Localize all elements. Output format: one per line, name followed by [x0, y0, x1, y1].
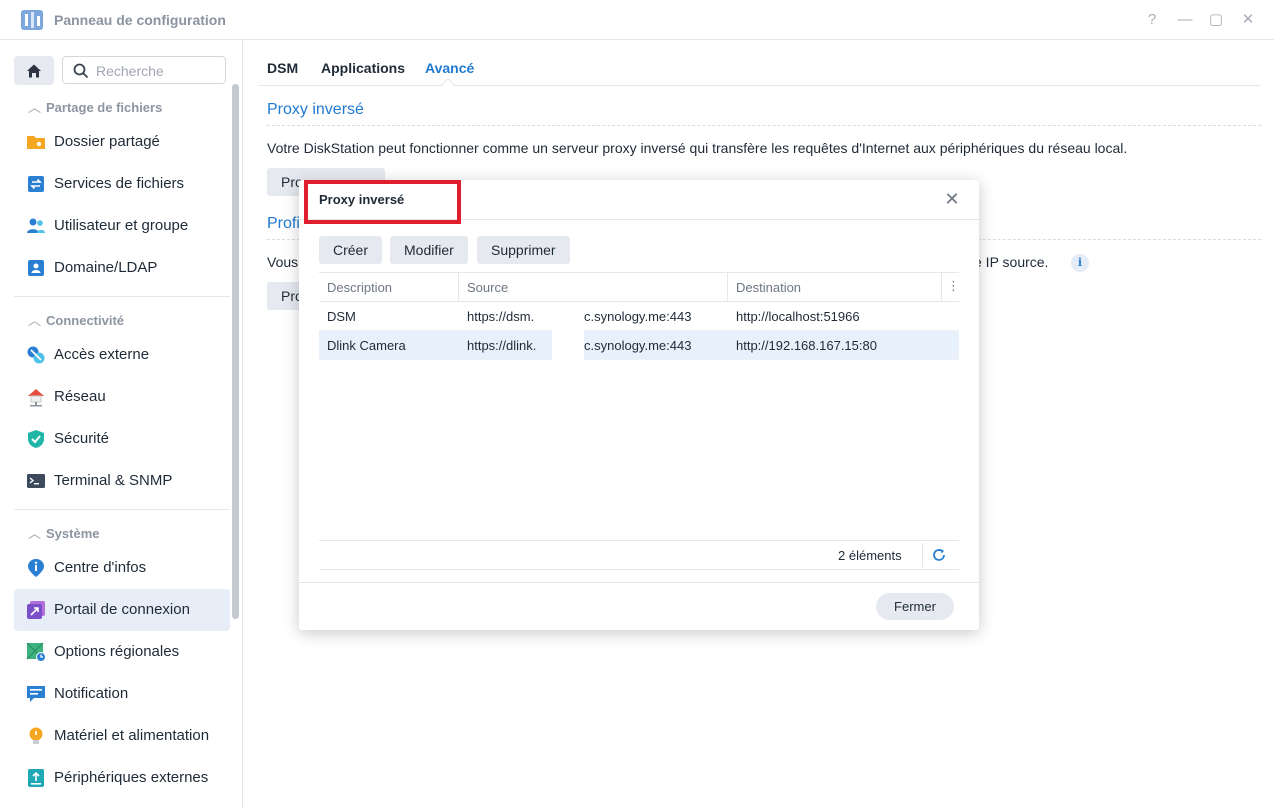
divider	[922, 543, 923, 567]
item-count: 2 éléments	[838, 548, 902, 563]
table-row-selected[interactable]: Dlink Camera https://dlink. c.synology.m…	[319, 331, 959, 360]
external-access-icon	[27, 346, 45, 364]
close-button[interactable]: Fermer	[876, 593, 954, 620]
sidebar-item-hardware-power[interactable]: Matériel et alimentation	[14, 715, 230, 757]
tab-advanced[interactable]: Avancé	[425, 60, 474, 76]
sidebar-item-regional-options[interactable]: Options régionales	[14, 631, 230, 673]
column-menu-icon[interactable]: ⋮	[947, 278, 960, 294]
close-icon[interactable]: ✕	[942, 189, 962, 209]
modify-button[interactable]: Modifier	[390, 236, 468, 264]
row-source-end: c.synology.me:443	[584, 309, 692, 324]
close-icon[interactable]: ✕	[1238, 10, 1258, 30]
sidebar-item-notification[interactable]: Notification	[14, 673, 230, 715]
active-tab-indicator	[440, 77, 456, 93]
divider	[319, 569, 959, 570]
title-bar: Panneau de configuration ? — ▢ ✕	[0, 0, 1274, 40]
regional-options-icon	[26, 642, 46, 662]
delete-button[interactable]: Supprimer	[477, 236, 570, 264]
profile-description-end: se IP source.	[967, 254, 1049, 270]
divider	[319, 540, 959, 541]
sidebar-item-login-portal[interactable]: Portail de connexion	[14, 589, 230, 631]
divider	[299, 582, 979, 583]
control-panel-icon	[21, 10, 43, 30]
table-row[interactable]: DSM https://dsm. c.synology.me:443 http:…	[319, 302, 959, 331]
column-divider	[941, 273, 942, 302]
row-destination: http://192.168.167.15:80	[736, 338, 877, 353]
chevron-up-icon: ︿	[28, 100, 42, 115]
row-source-start: https://dlink.	[467, 338, 537, 353]
highlight-box	[304, 180, 461, 224]
column-divider	[727, 273, 728, 302]
sidebar-scrollbar[interactable]	[232, 84, 239, 619]
sidebar-item-terminal-snmp[interactable]: Terminal & SNMP	[14, 460, 230, 502]
search-icon	[73, 63, 89, 79]
network-icon	[28, 389, 44, 407]
window-title: Panneau de configuration	[54, 12, 226, 28]
user-group-icon	[27, 218, 45, 233]
home-button[interactable]	[14, 56, 54, 85]
sidebar-item-external-access[interactable]: Accès externe	[14, 334, 230, 376]
table-header: Description Source Destination ⋮	[319, 272, 960, 302]
section-header-file-sharing[interactable]: ︿ Partage de fichiers	[28, 97, 162, 116]
sidebar-item-info-center[interactable]: Centre d'infos	[14, 547, 230, 589]
chevron-up-icon: ︿	[28, 526, 42, 541]
sidebar-item-shared-folder[interactable]: Dossier partagé	[14, 121, 230, 163]
create-button[interactable]: Créer	[319, 236, 383, 264]
reverse-proxy-dialog: Proxy inversé ✕ Créer Modifier Supprimer…	[299, 180, 979, 630]
divider	[267, 125, 1261, 126]
info-icon[interactable]: i	[1071, 254, 1089, 272]
profile-description-start: Vous	[267, 254, 299, 270]
section-title-profile: Profi	[267, 215, 300, 232]
search-input[interactable]: Recherche	[62, 56, 226, 84]
column-header-destination[interactable]: Destination	[736, 280, 801, 295]
row-source-end: c.synology.me:443	[584, 338, 692, 353]
security-shield-icon	[28, 430, 44, 448]
row-description: Dlink Camera	[327, 338, 406, 353]
terminal-icon	[27, 474, 45, 488]
sidebar-item-external-devices[interactable]: Périphériques externes	[14, 757, 230, 799]
help-icon[interactable]: ?	[1142, 10, 1162, 30]
maximize-icon[interactable]: ▢	[1206, 10, 1226, 30]
notification-icon	[27, 686, 45, 702]
file-services-icon	[28, 176, 44, 192]
section-header-system[interactable]: ︿ Système	[28, 523, 99, 542]
divider	[14, 296, 230, 297]
external-devices-icon	[28, 769, 44, 787]
search-placeholder: Recherche	[96, 63, 164, 79]
minimize-icon[interactable]: —	[1175, 10, 1195, 30]
column-header-source[interactable]: Source	[467, 280, 508, 295]
sidebar-item-network[interactable]: Réseau	[14, 376, 230, 418]
column-header-description[interactable]: Description	[327, 280, 392, 295]
redacted-region	[552, 331, 584, 360]
sidebar-item-file-services[interactable]: Services de fichiers	[14, 163, 230, 205]
hardware-power-icon	[29, 727, 43, 744]
row-source-start: https://dsm.	[467, 309, 535, 324]
shared-folder-icon	[27, 136, 45, 149]
sidebar-item-domain-ldap[interactable]: Domaine/LDAP	[14, 247, 230, 289]
row-destination: http://localhost:51966	[736, 309, 860, 324]
sidebar-item-security[interactable]: Sécurité	[14, 418, 230, 460]
row-description: DSM	[327, 309, 356, 324]
domain-ldap-icon	[28, 260, 44, 276]
section-title-reverse-proxy: Proxy inversé	[267, 101, 364, 118]
redacted-region	[552, 302, 584, 331]
section-header-connectivity[interactable]: ︿ Connectivité	[28, 310, 124, 329]
refresh-icon[interactable]	[931, 547, 947, 563]
tab-applications[interactable]: Applications	[321, 60, 405, 76]
reverse-proxy-description: Votre DiskStation peut fonctionner comme…	[267, 140, 1128, 156]
info-center-icon	[28, 559, 44, 577]
tab-dsm[interactable]: DSM	[267, 60, 298, 76]
column-divider	[458, 273, 459, 302]
sidebar: Recherche ︿ Partage de fichiers Dossier p…	[0, 40, 243, 809]
home-icon	[27, 64, 41, 78]
sidebar-item-user-group[interactable]: Utilisateur et groupe	[14, 205, 230, 247]
divider	[14, 509, 230, 510]
chevron-up-icon: ︿	[28, 313, 42, 328]
login-portal-icon	[27, 601, 45, 619]
tabs-divider	[258, 85, 1260, 86]
